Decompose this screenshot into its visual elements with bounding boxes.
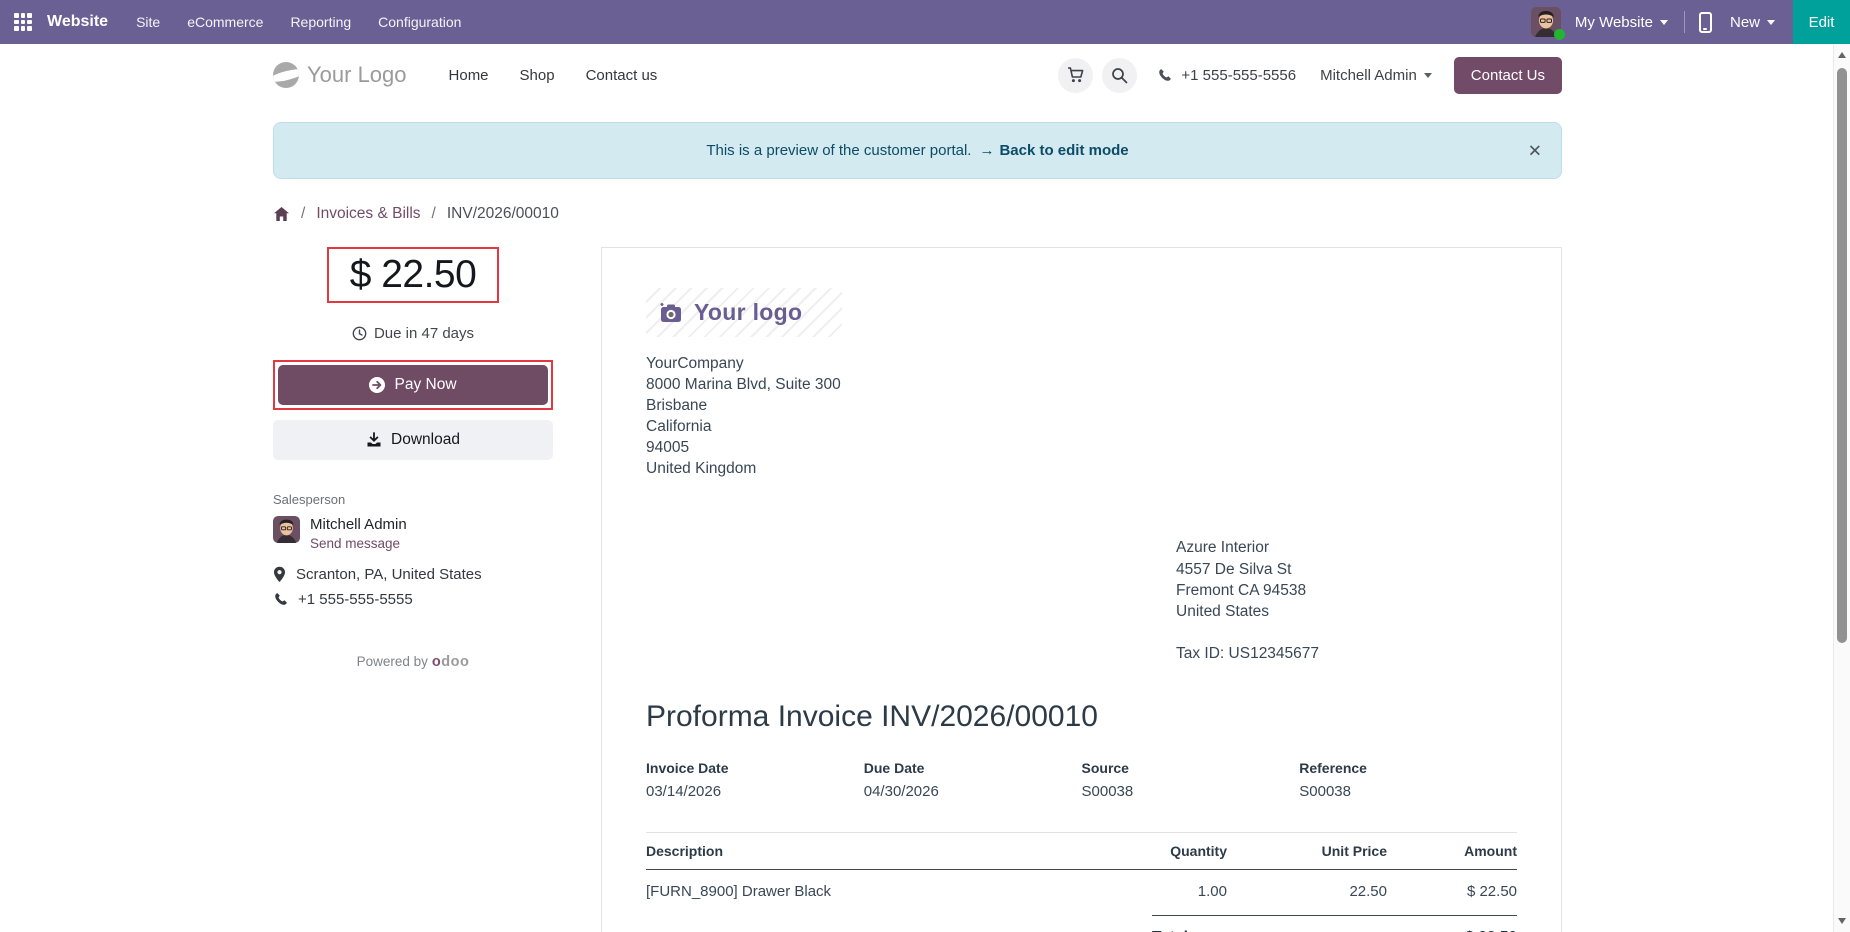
pay-now-button[interactable]: Pay Now (278, 365, 548, 405)
breadcrumb-separator: / (301, 205, 306, 222)
send-message-link[interactable]: Send message (310, 536, 407, 551)
invoice-document: Your logo YourCompany 8000 Marina Blvd, … (601, 247, 1562, 932)
salesperson-label: Salesperson (273, 492, 346, 507)
navbar-phone[interactable]: +1 555-555-5556 (1157, 67, 1296, 84)
download-icon (367, 432, 381, 447)
cart-button[interactable] (1058, 57, 1094, 93)
vertical-scrollbar[interactable] (1833, 44, 1850, 932)
scroll-down-arrow-icon[interactable] (1838, 918, 1846, 924)
company-logo-placeholder: Your logo (646, 288, 843, 337)
arrow-circle-right-icon (369, 377, 386, 393)
breadcrumb-invoices-bills[interactable]: Invoices & Bills (316, 205, 420, 223)
phone-icon (1159, 68, 1172, 81)
chevron-down-icon (1423, 73, 1432, 79)
chevron-down-icon (1659, 20, 1668, 26)
preview-banner: This is a preview of the customer portal… (273, 122, 1562, 179)
new-button[interactable]: New (1730, 14, 1775, 31)
website-selector[interactable]: My Website (1575, 14, 1668, 31)
search-button[interactable] (1102, 57, 1138, 93)
mobile-preview-icon[interactable] (1698, 11, 1712, 33)
search-icon (1112, 67, 1128, 83)
powered-by: Powered by odoo (356, 654, 470, 670)
salesperson-name: Mitchell Admin (310, 516, 407, 533)
breadcrumb-current: INV/2026/00010 (446, 205, 559, 222)
scroll-up-arrow-icon[interactable] (1838, 52, 1846, 58)
topbar-divider (1683, 11, 1685, 33)
pay-highlight-frame: Pay Now (273, 360, 553, 410)
meta-invoice-date: Invoice Date 03/14/2026 (646, 759, 729, 800)
camera-icon (660, 302, 681, 322)
salesperson-avatar (273, 516, 300, 543)
arrow-right-icon: → (979, 142, 995, 159)
app-name[interactable]: Website (47, 13, 108, 31)
amount-due: $ 22.50 (349, 253, 477, 296)
banner-text: This is a preview of the customer portal… (706, 142, 972, 159)
invoice-lines-table: Description Quantity Unit Price Amount [… (646, 831, 1517, 932)
invoice-sidebar: $ 22.50 Due in 47 days Pay Now Download … (273, 247, 553, 670)
customer-tax-id: Tax ID: US12345677 (1176, 644, 1320, 662)
clock-icon (352, 326, 367, 341)
nav-link-shop[interactable]: Shop (520, 67, 555, 84)
meta-source: Source S00038 (1081, 759, 1134, 800)
online-status-dot (1553, 29, 1565, 40)
amount-highlight-frame: $ 22.50 (326, 247, 500, 303)
close-icon[interactable]: ✕ (1528, 142, 1542, 159)
cart-icon (1067, 67, 1084, 83)
total-row: Total $ 22.50 (1152, 914, 1517, 932)
invoice-meta: Invoice Date 03/14/2026 Due Date 04/30/2… (646, 760, 1517, 800)
backend-topbar: Website Site eCommerce Reporting Configu… (0, 0, 1850, 44)
invoice-logo-text: Your logo (694, 299, 803, 325)
map-pin-icon (274, 566, 285, 582)
table-row: [FURN_8900] Drawer Black 1.00 22.50 $ 22… (646, 882, 1517, 900)
menu-ecommerce[interactable]: eCommerce (187, 14, 263, 30)
nav-link-home[interactable]: Home (449, 67, 489, 84)
menu-configuration[interactable]: Configuration (378, 14, 461, 30)
back-to-edit-link[interactable]: Back to edit mode (999, 142, 1128, 159)
breadcrumb: / Invoices & Bills / INV/2026/00010 (273, 205, 1562, 223)
salesperson-location: Scranton, PA, United States (273, 566, 553, 583)
payment-terms: Payment terms: End of Following Month (646, 915, 1152, 932)
salesperson-phone[interactable]: +1 555-555-5555 (273, 591, 553, 608)
user-avatar[interactable] (1530, 7, 1565, 40)
breadcrumb-separator: / (431, 205, 436, 222)
menu-reporting[interactable]: Reporting (290, 14, 351, 30)
nav-link-contact-us[interactable]: Contact us (586, 67, 658, 84)
portal-user-menu[interactable]: Mitchell Admin (1320, 67, 1432, 84)
scrollbar-thumb[interactable] (1837, 68, 1847, 643)
phone-icon (275, 593, 287, 605)
due-text: Due in 47 days (373, 325, 475, 342)
site-logo[interactable]: Your Logo (273, 62, 407, 88)
logo-text: Your Logo (307, 62, 407, 87)
table-header-row: Description Quantity Unit Price Amount (646, 831, 1517, 870)
logo-icon (273, 62, 299, 88)
edit-button[interactable]: Edit (1793, 0, 1850, 44)
meta-reference: Reference S00038 (1299, 759, 1367, 800)
apps-grid-icon[interactable] (14, 13, 32, 31)
salesperson-row: Mitchell Admin Send message (273, 516, 553, 551)
website-navbar: Your Logo Home Shop Contact us +1 555-55… (0, 44, 1850, 106)
menu-site[interactable]: Site (136, 14, 160, 30)
home-icon[interactable] (273, 206, 290, 222)
download-button[interactable]: Download (273, 420, 553, 460)
contact-us-button[interactable]: Contact Us (1453, 56, 1562, 94)
due-date-row: Due in 47 days (273, 325, 553, 342)
odoo-logo[interactable]: odoo (432, 654, 469, 670)
invoice-title: Proforma Invoice INV/2026/00010 (646, 699, 1098, 733)
company-address: YourCompany 8000 Marina Blvd, Suite 300 … (646, 355, 841, 478)
navbar-phone-number: +1 555-555-5556 (1181, 66, 1297, 84)
customer-address: Azure Interior 4557 De Silva St Fremont … (1176, 537, 1517, 663)
chevron-down-icon (1767, 20, 1775, 26)
meta-due-date: Due Date 04/30/2026 (863, 759, 939, 800)
